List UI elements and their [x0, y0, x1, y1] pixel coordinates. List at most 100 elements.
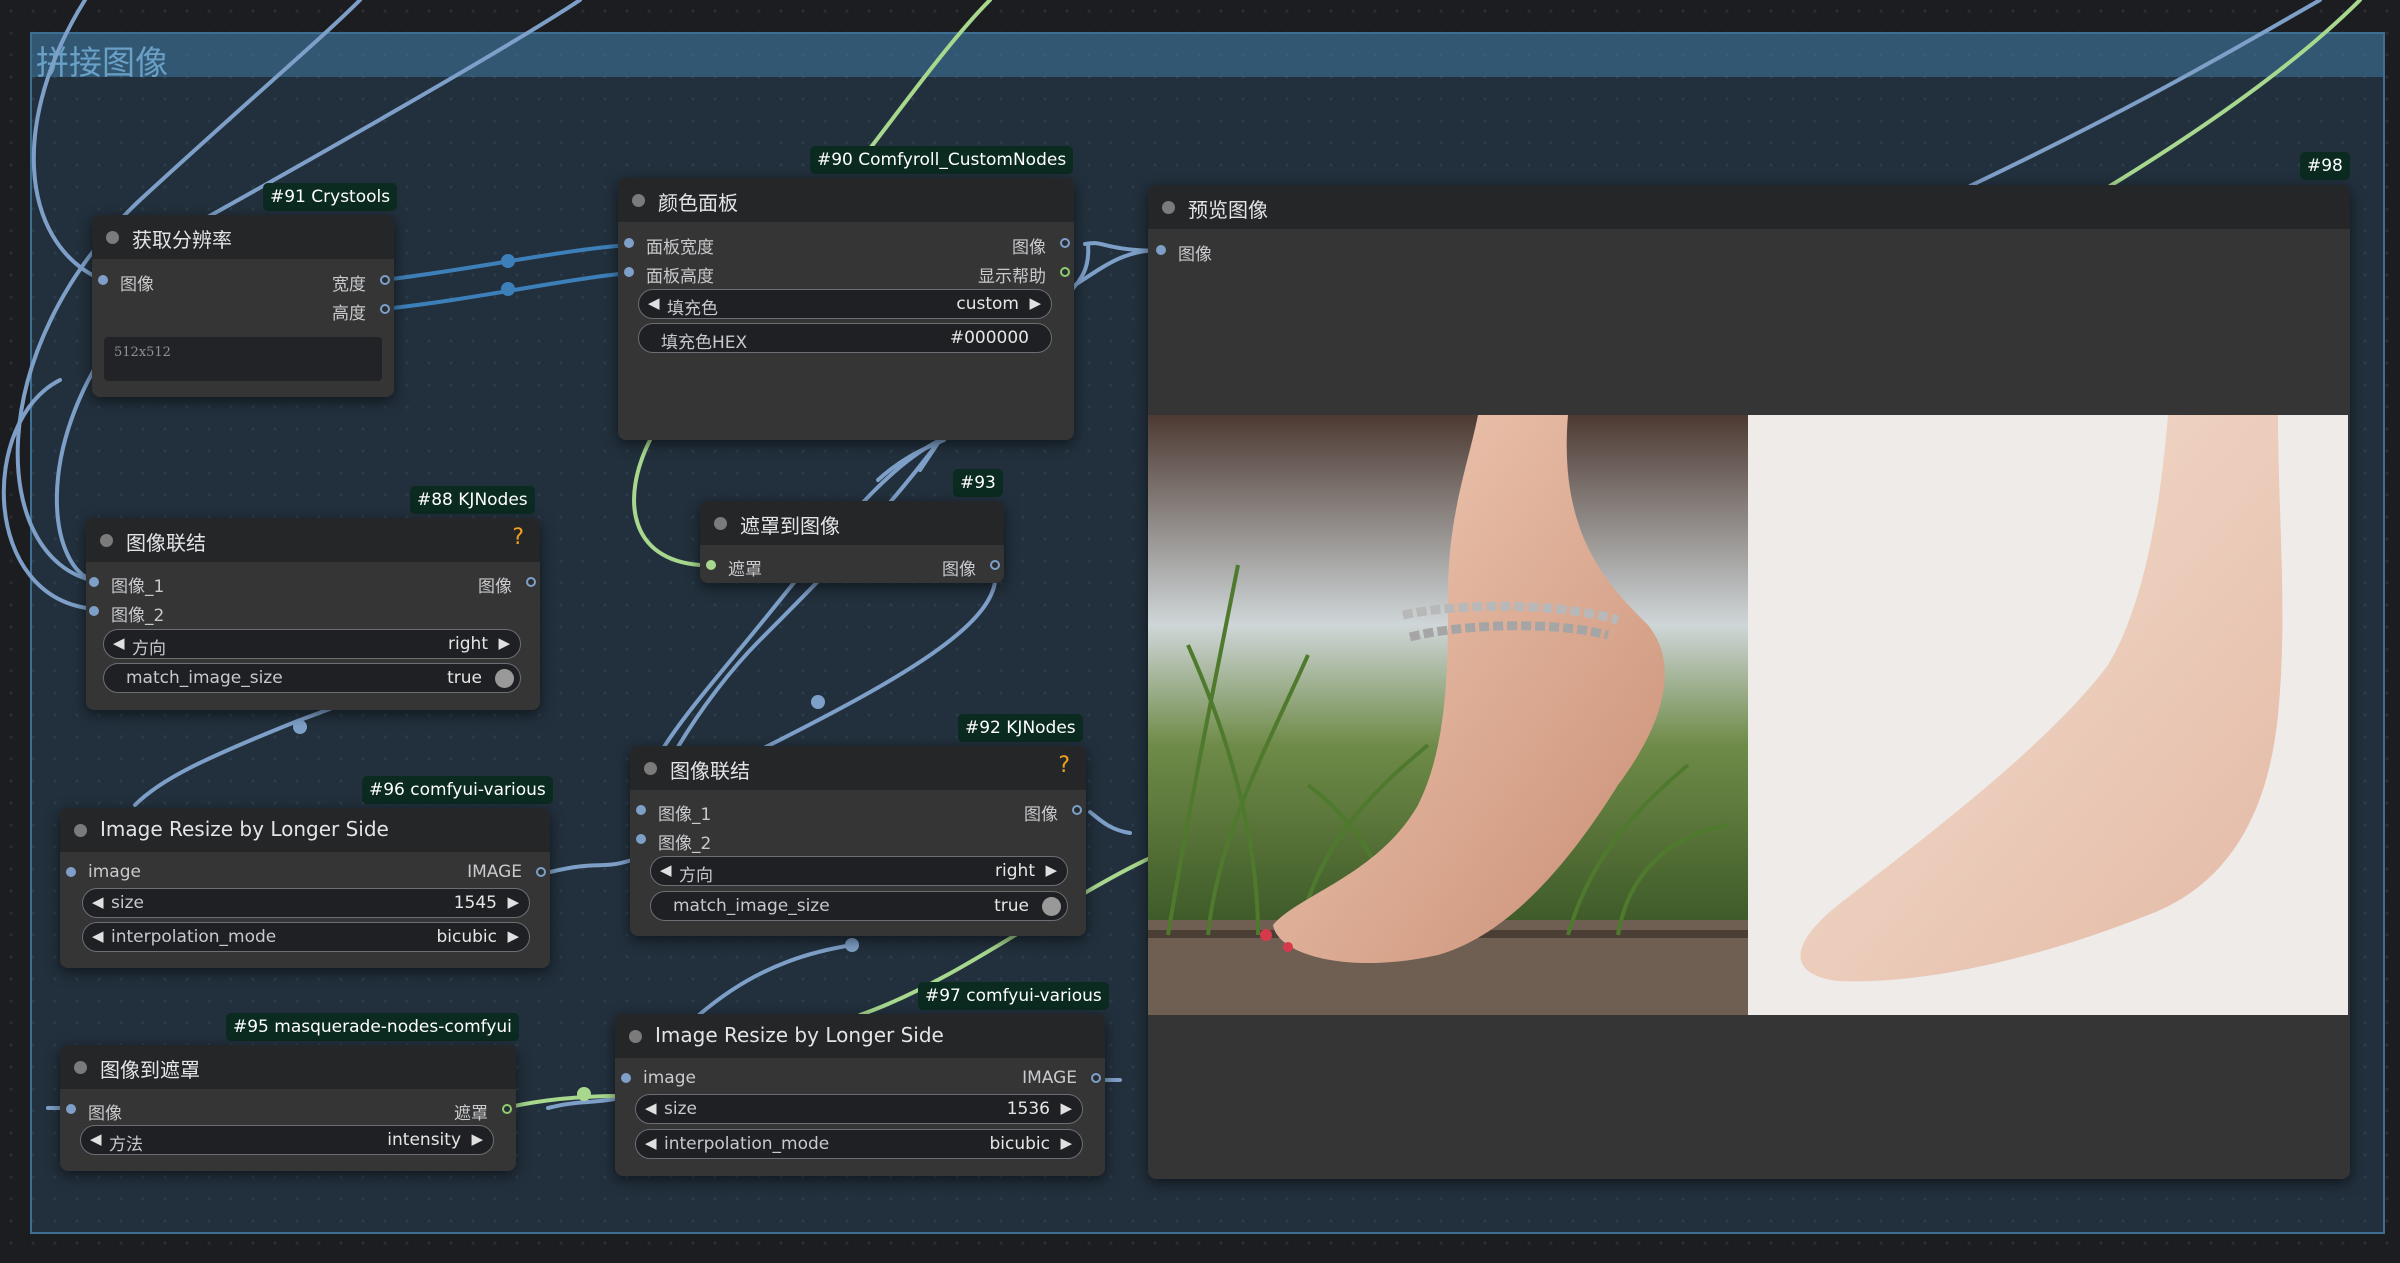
input-slot[interactable]: image: [66, 862, 141, 882]
output-slot[interactable]: IMAGE: [467, 862, 546, 882]
status-dot-icon[interactable]: [74, 1061, 87, 1074]
input-slot[interactable]: 图像_2: [89, 601, 164, 626]
node-image-concat-92[interactable]: 图像联结 ? 图像_1 图像_2 图像 ◀ 方向 right ▶ match_i…: [630, 746, 1086, 936]
slot-dot-icon[interactable]: [1156, 245, 1166, 255]
combo-widget[interactable]: ◀ 方向 right ▶: [650, 856, 1068, 886]
combo-widget[interactable]: ◀ 方法 intensity ▶: [80, 1125, 494, 1155]
slot-dot-icon[interactable]: [380, 304, 390, 314]
group-header[interactable]: 拼接图像: [32, 34, 2383, 82]
slot-dot-icon[interactable]: [526, 577, 536, 587]
input-slot[interactable]: 图像_1: [636, 800, 711, 825]
help-icon[interactable]: ?: [1058, 753, 1070, 778]
arrow-left-icon[interactable]: ◀: [113, 634, 125, 652]
arrow-left-icon[interactable]: ◀: [645, 1134, 657, 1152]
arrow-right-icon[interactable]: ▶: [1060, 1134, 1072, 1152]
status-dot-icon[interactable]: [74, 824, 87, 837]
arrow-left-icon[interactable]: ◀: [92, 893, 104, 911]
node-title-bar[interactable]: 遮罩到图像: [700, 501, 1004, 545]
node-image-resize-96[interactable]: Image Resize by Longer Side image IMAGE …: [60, 808, 550, 968]
combo-widget[interactable]: ◀ interpolation_mode bicubic ▶: [82, 922, 530, 952]
node-title-bar[interactable]: Image Resize by Longer Side: [60, 808, 550, 852]
node-color-panel[interactable]: 颜色面板 面板宽度 面板高度 图像 显示帮助 ◀ 填充色 custom ▶ 填充…: [618, 178, 1074, 440]
output-slot[interactable]: 图像: [478, 572, 536, 597]
status-dot-icon[interactable]: [629, 1030, 642, 1043]
node-mask-to-image[interactable]: 遮罩到图像 遮罩 图像: [700, 501, 1004, 583]
output-slot[interactable]: 显示帮助: [978, 262, 1070, 287]
output-slot[interactable]: 图像: [942, 555, 1000, 580]
input-slot[interactable]: 图像: [66, 1099, 122, 1124]
status-dot-icon[interactable]: [100, 534, 113, 547]
input-slot[interactable]: 图像: [98, 270, 154, 295]
output-slot[interactable]: 遮罩: [454, 1099, 512, 1124]
slot-dot-icon[interactable]: [380, 275, 390, 285]
slot-dot-icon[interactable]: [66, 1104, 76, 1114]
combo-widget[interactable]: ◀ 填充色 custom ▶: [638, 289, 1052, 319]
output-slot[interactable]: IMAGE: [1022, 1068, 1101, 1088]
input-slot[interactable]: 面板宽度: [624, 233, 714, 258]
input-slot[interactable]: 面板高度: [624, 262, 714, 287]
slot-dot-icon[interactable]: [1091, 1073, 1101, 1083]
slot-dot-icon[interactable]: [636, 805, 646, 815]
slot-dot-icon[interactable]: [89, 606, 99, 616]
status-dot-icon[interactable]: [1162, 201, 1175, 214]
slot-dot-icon[interactable]: [624, 238, 634, 248]
slot-dot-icon[interactable]: [89, 577, 99, 587]
preview-image[interactable]: [1148, 415, 2348, 1015]
output-slot[interactable]: 宽度: [332, 270, 390, 295]
arrow-left-icon[interactable]: ◀: [90, 1130, 102, 1148]
arrow-left-icon[interactable]: ◀: [648, 294, 660, 312]
arrow-right-icon[interactable]: ▶: [471, 1130, 483, 1148]
node-title-bar[interactable]: 预览图像: [1148, 185, 2350, 229]
node-get-resolution[interactable]: 获取分辨率 图像 宽度 高度 512x512: [92, 215, 394, 397]
node-title-bar[interactable]: 获取分辨率: [92, 215, 394, 259]
arrow-left-icon[interactable]: ◀: [660, 861, 672, 879]
slot-dot-icon[interactable]: [706, 560, 716, 570]
node-image-concat-88[interactable]: 图像联结 ? 图像_1 图像_2 图像 ◀ 方向 right ▶ match_i…: [86, 518, 540, 710]
output-slot[interactable]: 高度: [332, 299, 390, 324]
arrow-right-icon[interactable]: ▶: [498, 634, 510, 652]
node-title-bar[interactable]: 颜色面板: [618, 178, 1074, 222]
input-slot[interactable]: image: [621, 1068, 696, 1088]
slot-dot-icon[interactable]: [1060, 267, 1070, 277]
toggle-knob-icon[interactable]: [495, 669, 514, 688]
arrow-right-icon[interactable]: ▶: [507, 893, 519, 911]
slot-dot-icon[interactable]: [1072, 805, 1082, 815]
status-dot-icon[interactable]: [644, 762, 657, 775]
node-preview-image[interactable]: 预览图像 图像: [1148, 185, 2350, 1179]
slot-dot-icon[interactable]: [636, 834, 646, 844]
node-title-bar[interactable]: 图像到遮罩: [60, 1045, 516, 1089]
help-icon[interactable]: ?: [512, 525, 524, 550]
arrow-right-icon[interactable]: ▶: [1029, 294, 1041, 312]
status-dot-icon[interactable]: [632, 194, 645, 207]
slot-dot-icon[interactable]: [66, 867, 76, 877]
node-image-resize-97[interactable]: Image Resize by Longer Side image IMAGE …: [615, 1014, 1105, 1176]
slot-dot-icon[interactable]: [502, 1104, 512, 1114]
input-slot[interactable]: 图像: [1156, 240, 1212, 265]
arrow-right-icon[interactable]: ▶: [1060, 1099, 1072, 1117]
input-slot[interactable]: 图像_2: [636, 829, 711, 854]
number-widget[interactable]: ◀ size 1545 ▶: [82, 888, 530, 918]
combo-widget[interactable]: ◀ interpolation_mode bicubic ▶: [635, 1129, 1083, 1159]
status-dot-icon[interactable]: [106, 231, 119, 244]
arrow-left-icon[interactable]: ◀: [92, 927, 104, 945]
output-slot[interactable]: 图像: [1024, 800, 1082, 825]
toggle-knob-icon[interactable]: [1042, 897, 1061, 916]
node-title-bar[interactable]: 图像联结 ?: [86, 518, 540, 562]
arrow-right-icon[interactable]: ▶: [507, 927, 519, 945]
number-widget[interactable]: ◀ size 1536 ▶: [635, 1094, 1083, 1124]
node-title-bar[interactable]: Image Resize by Longer Side: [615, 1014, 1105, 1058]
slot-dot-icon[interactable]: [990, 560, 1000, 570]
status-dot-icon[interactable]: [714, 517, 727, 530]
slot-dot-icon[interactable]: [624, 267, 634, 277]
slot-dot-icon[interactable]: [1060, 238, 1070, 248]
output-slot[interactable]: 图像: [1012, 233, 1070, 258]
resolution-text[interactable]: 512x512: [104, 337, 382, 381]
node-title-bar[interactable]: 图像联结 ?: [630, 746, 1086, 790]
arrow-left-icon[interactable]: ◀: [645, 1099, 657, 1117]
node-image-to-mask[interactable]: 图像到遮罩 图像 遮罩 ◀ 方法 intensity ▶: [60, 1045, 516, 1171]
input-slot[interactable]: 遮罩: [706, 555, 762, 580]
input-slot[interactable]: 图像_1: [89, 572, 164, 597]
combo-widget[interactable]: ◀ 方向 right ▶: [103, 629, 521, 659]
text-widget[interactable]: 填充色HEX #000000: [638, 323, 1052, 353]
toggle-widget[interactable]: match_image_size true: [103, 663, 521, 693]
